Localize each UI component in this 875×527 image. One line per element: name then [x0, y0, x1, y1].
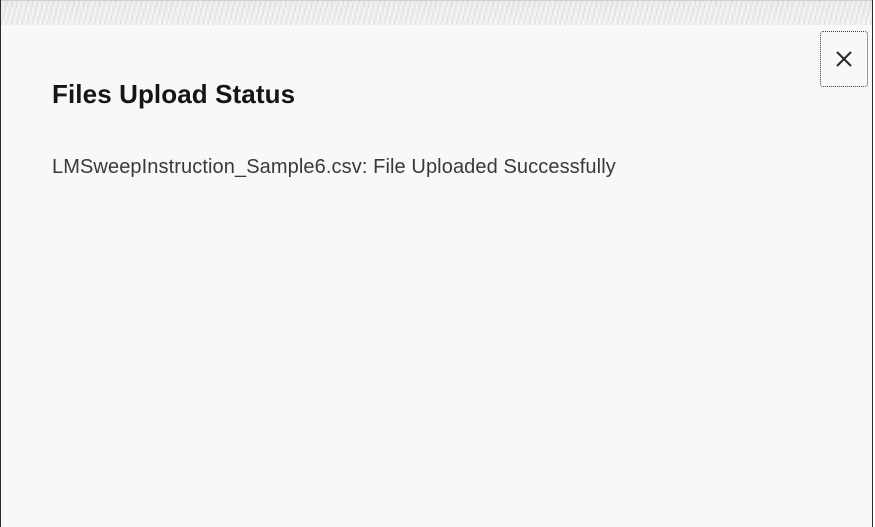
close-icon	[834, 49, 854, 69]
upload-status-message: LMSweepInstruction_Sample6.csv: File Upl…	[52, 156, 616, 178]
dialog-top-strip	[1, 0, 872, 25]
close-button[interactable]	[820, 31, 868, 87]
upload-status-dialog: Files Upload Status LMSweepInstruction_S…	[0, 0, 873, 527]
dialog-title: Files Upload Status	[52, 79, 296, 109]
